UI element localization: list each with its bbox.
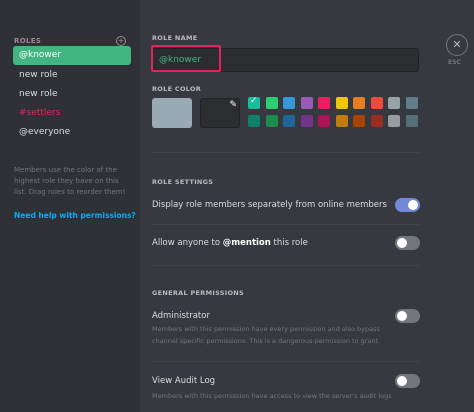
allow-mention-label: Allow anyone to @mention this role: [152, 238, 308, 248]
color-swatch[interactable]: [300, 97, 313, 109]
role-item-settlers[interactable]: #settlers: [13, 104, 131, 123]
roles-help-text: Members use the color of the highest rol…: [14, 166, 126, 196]
color-swatch[interactable]: [405, 97, 418, 109]
color-swatch[interactable]: [300, 115, 313, 127]
close-icon[interactable]: ✕: [446, 34, 468, 56]
general-permissions-title: GENERAL PERMISSIONS: [152, 289, 245, 297]
color-swatch[interactable]: [265, 115, 278, 127]
allow-mention-suffix: this role: [270, 238, 308, 248]
view-audit-log-toggle[interactable]: [395, 374, 420, 388]
permissions-help-link[interactable]: Need help with permissions?: [14, 211, 136, 220]
toggle-knob: [397, 376, 407, 386]
display-separately-label: Display role members separately from onl…: [152, 200, 387, 210]
role-item-new-role-1[interactable]: new role: [13, 66, 131, 85]
color-swatch[interactable]: [318, 97, 330, 109]
administrator-description: Members with this permission have every …: [152, 325, 381, 345]
color-swatch[interactable]: [388, 97, 400, 109]
administrator-toggle[interactable]: [395, 309, 420, 323]
color-swatch[interactable]: [318, 115, 330, 127]
color-swatch[interactable]: [265, 97, 278, 109]
divider: [152, 224, 419, 225]
role-item-knower[interactable]: @knower: [13, 46, 131, 65]
role-name-title: ROLE NAME: [152, 34, 198, 42]
divider: [152, 152, 419, 153]
divider: [152, 265, 419, 266]
view-audit-log-label: View Audit Log: [152, 376, 216, 386]
color-swatch[interactable]: [335, 115, 348, 127]
role-settings-panel: ROLE NAME @knower ✕ ESC ROLE COLOR ✎ ROL…: [140, 0, 474, 412]
eyedropper-icon: ✎: [229, 100, 237, 110]
esc-label: ESC: [448, 59, 461, 66]
divider: [152, 361, 419, 362]
color-swatch[interactable]: [370, 97, 383, 109]
allow-mention-toggle[interactable]: [395, 236, 420, 250]
color-swatch[interactable]: [370, 115, 383, 127]
color-swatch[interactable]: [283, 97, 295, 109]
role-settings-title: ROLE SETTINGS: [152, 178, 214, 186]
administrator-label: Administrator: [152, 311, 210, 321]
color-swatch[interactable]: [335, 97, 348, 109]
role-name-value[interactable]: @knower: [159, 55, 201, 65]
color-swatch[interactable]: [353, 115, 365, 127]
color-swatch[interactable]: [388, 115, 400, 127]
color-swatch[interactable]: [353, 97, 365, 109]
role-item-new-role-2[interactable]: new role: [13, 85, 131, 104]
custom-color-picker[interactable]: ✎: [200, 98, 240, 128]
role-item-everyone[interactable]: @everyone: [13, 123, 131, 142]
color-swatch[interactable]: [405, 115, 418, 127]
toggle-knob: [397, 311, 407, 321]
toggle-knob: [397, 238, 407, 248]
view-audit-log-description: Members with this permission have access…: [152, 392, 392, 400]
plus-circle-icon[interactable]: +: [116, 36, 126, 46]
toggle-knob: [408, 200, 418, 210]
display-separately-toggle[interactable]: [395, 198, 420, 212]
color-swatch[interactable]: [248, 96, 260, 109]
mention-bold: @mention: [222, 238, 271, 248]
role-color-title: ROLE COLOR: [152, 85, 202, 93]
color-swatch[interactable]: [248, 115, 260, 127]
roles-sidebar: ROLES + @knower new role new role #settl…: [0, 0, 140, 412]
allow-mention-prefix: Allow anyone to: [152, 238, 223, 248]
color-swatch[interactable]: [283, 115, 295, 127]
default-color-swatch[interactable]: [152, 98, 192, 128]
roles-title: ROLES: [14, 37, 42, 45]
